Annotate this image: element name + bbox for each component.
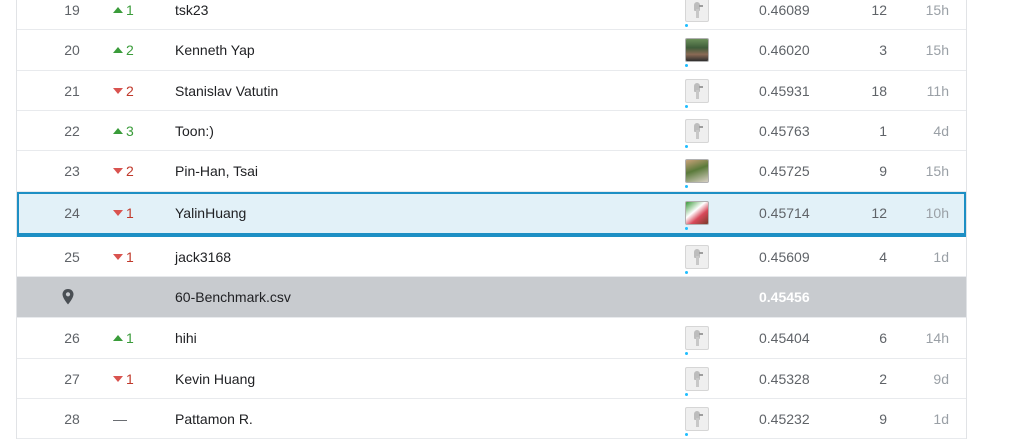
team-name[interactable]: Kevin Huang [175,371,255,387]
arrow-up-icon [113,127,123,134]
team-avatar[interactable] [685,406,709,436]
benchmark-row[interactable]: 60-Benchmark.csv 0.45456 [17,277,966,318]
leaderboard-row[interactable]: 28 — Pattamon R. 0.45232 9 1d [17,399,966,439]
leaderboard-row[interactable]: 20 2 Kenneth Yap 0.46020 3 15h [17,30,966,71]
rank: 20 [64,42,80,58]
arrow-down-icon [113,87,123,94]
team-name[interactable]: jack3168 [175,249,231,265]
leaderboard-row-selected[interactable]: 24 1 YalinHuang 0.45714 12 10h [17,192,966,237]
entries-count: 1 [879,122,887,139]
entries-count: 4 [879,248,887,265]
rank-change: 1 [113,330,143,346]
entries-count: 18 [871,82,887,99]
last-submission: 15h [925,1,949,18]
arrow-down-icon [113,168,123,175]
score: 0.45725 [759,163,810,179]
rank: 28 [64,410,80,427]
rank-change: 3 [113,123,143,139]
leaderboard-row[interactable]: 22 3 Toon:) 0.45763 1 4d [17,111,966,151]
leaderboard-row[interactable]: 19 1 tsk23 0.46089 12 15h [17,0,966,30]
rank: 23 [64,163,80,179]
team-name[interactable]: hihi [175,330,197,346]
leaderboard-table: 19 1 tsk23 0.46089 12 15h 20 2 Kenneth Y… [16,0,967,439]
score: 0.45931 [759,82,810,99]
last-submission: 10h [925,204,949,221]
entries-count: 3 [879,42,887,58]
team-name[interactable]: Kenneth Yap [175,42,255,58]
map-pin-icon [61,288,75,306]
score: 0.45404 [759,330,810,346]
score: 0.45328 [759,370,810,387]
entries-count: 9 [879,163,887,179]
arrow-down-icon [113,375,123,382]
score: 0.46020 [759,42,810,58]
team-avatar[interactable] [685,244,709,274]
rank: 27 [64,370,80,387]
rank-change: 1 [113,205,143,221]
last-submission: 9d [933,370,949,387]
team-avatar[interactable] [685,118,709,148]
team-avatar[interactable] [685,0,709,27]
score: 0.45714 [759,204,810,221]
team-name[interactable]: Stanislav Vatutin [175,83,278,99]
last-submission: 1d [933,248,949,265]
leaderboard-row[interactable]: 27 1 Kevin Huang 0.45328 2 9d [17,359,966,399]
team-avatar[interactable] [685,200,709,230]
rank-change: 2 [113,42,143,58]
team-avatar[interactable] [685,159,709,188]
entries-count: 6 [879,330,887,346]
rank: 22 [64,122,80,139]
team-name[interactable]: Pattamon R. [175,411,253,427]
arrow-down-icon [113,253,123,260]
last-submission: 15h [925,163,949,179]
team-name[interactable]: tsk23 [175,2,208,18]
entries-count: 12 [871,204,887,221]
rank: 19 [64,1,80,18]
last-submission: 14h [925,330,949,346]
arrow-up-icon [113,335,123,342]
leaderboard-row[interactable]: 21 2 Stanislav Vatutin 0.45931 18 11h [17,71,966,111]
team-avatar[interactable] [685,78,709,108]
entries-count: 12 [871,1,887,18]
rank-change: — [113,410,127,427]
score: 0.45232 [759,410,810,427]
team-avatar[interactable] [685,326,709,355]
rank-change: 1 [113,2,143,18]
team-avatar[interactable] [685,38,709,67]
rank-change: 2 [113,163,143,179]
score: 0.46089 [759,1,810,18]
rank-change: 2 [113,83,143,99]
leaderboard-row[interactable]: 26 1 hihi 0.45404 6 14h [17,318,966,359]
benchmark-name[interactable]: 60-Benchmark.csv [175,289,291,305]
team-name[interactable]: Toon:) [175,123,214,139]
rank: 25 [64,248,80,265]
arrow-up-icon [113,6,123,13]
team-avatar[interactable] [685,366,709,396]
last-submission: 1d [933,410,949,427]
last-submission: 15h [925,42,949,58]
entries-count: 9 [879,410,887,427]
team-name[interactable]: Pin-Han, Tsai [175,163,258,179]
team-name[interactable]: YalinHuang [175,205,246,221]
entries-count: 2 [879,370,887,387]
leaderboard-row[interactable]: 23 2 Pin-Han, Tsai 0.45725 9 15h [17,151,966,192]
last-submission: 11h [926,82,949,99]
score: 0.45763 [759,122,810,139]
rank-change: 1 [113,371,143,387]
rank: 26 [64,330,80,346]
leaderboard-row[interactable]: 25 1 jack3168 0.45609 4 1d [17,237,966,277]
arrow-down-icon [113,209,123,216]
score: 0.45609 [759,248,810,265]
rank: 24 [64,204,80,221]
arrow-up-icon [113,47,123,54]
rank-change: 1 [113,249,143,265]
last-submission: 4d [933,122,949,139]
rank: 21 [64,82,80,99]
benchmark-score: 0.45456 [759,289,810,305]
